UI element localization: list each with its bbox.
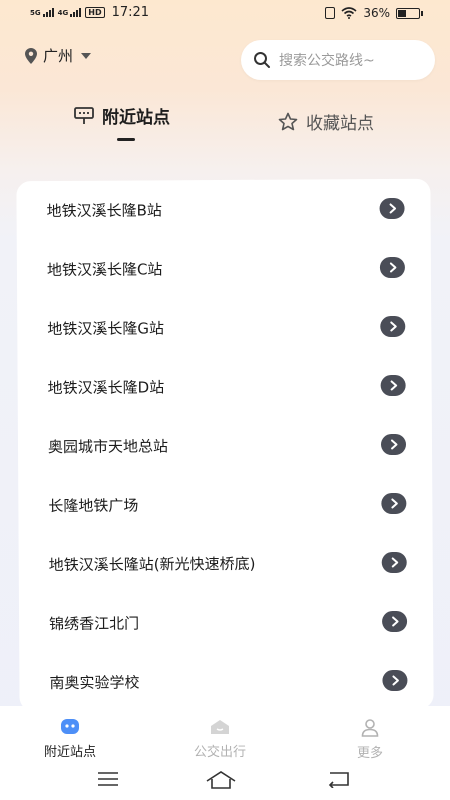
battery-icon bbox=[396, 7, 423, 19]
star-icon bbox=[278, 112, 298, 131]
battery-percent: 36% bbox=[363, 6, 390, 20]
chevron-right-icon bbox=[389, 203, 396, 214]
bus-stop-sign-icon bbox=[74, 106, 94, 124]
system-nav-bar bbox=[0, 764, 450, 800]
chevron-right-icon bbox=[391, 557, 398, 568]
chevron-right-icon bbox=[390, 439, 397, 450]
stop-row[interactable]: 长隆地铁广场 bbox=[18, 474, 432, 536]
hd-badge: HD bbox=[85, 7, 105, 18]
search-input[interactable]: 搜索公交路线~ bbox=[241, 40, 435, 80]
city-name: 广州 bbox=[43, 47, 74, 65]
location-pin-icon bbox=[25, 47, 37, 64]
chevron-right-icon bbox=[391, 616, 399, 627]
nav-nearby-stops[interactable]: 附近站点 bbox=[10, 718, 130, 760]
stop-detail-button[interactable] bbox=[382, 610, 408, 633]
stop-detail-button[interactable] bbox=[380, 374, 406, 397]
bus-travel-icon bbox=[211, 720, 229, 734]
status-bar: 5G 4G HD 17:21 36% bbox=[0, 0, 450, 28]
stop-name: 地铁汉溪长隆D站 bbox=[47, 378, 165, 398]
chevron-right-icon bbox=[390, 380, 397, 391]
stop-detail-button[interactable] bbox=[381, 492, 407, 515]
stop-row[interactable]: 地铁汉溪长隆站(新光快速桥底) bbox=[19, 533, 433, 595]
stop-name: 地铁汉溪长隆G站 bbox=[47, 319, 164, 339]
signal-bars-1-icon bbox=[42, 8, 54, 17]
stop-name: 地铁汉溪长隆B站 bbox=[46, 201, 162, 221]
tab-nearby-stops[interactable]: 附近站点 bbox=[74, 103, 170, 128]
stop-row[interactable]: 地铁汉溪长隆D站 bbox=[17, 356, 431, 418]
stop-name: 南奥实验学校 bbox=[49, 673, 140, 693]
signal-group-2: 4G bbox=[58, 8, 82, 17]
battery-fill bbox=[398, 9, 406, 17]
status-left: 5G 4G HD 17:21 bbox=[30, 5, 149, 20]
stop-list: 地铁汉溪长隆B站 地铁汉溪长隆C站 地铁汉溪长隆G站 地铁汉溪长隆D站 奥园城市天地总站… bbox=[16, 179, 433, 713]
vibrate-icon bbox=[325, 7, 336, 19]
nav-more-label: 更多 bbox=[356, 746, 383, 761]
stop-name: 锦绣香江北门 bbox=[49, 614, 140, 634]
status-time: 17:21 bbox=[111, 5, 150, 20]
stop-row[interactable]: 地铁汉溪长隆B站 bbox=[16, 179, 430, 241]
nav-nearby-label: 附近站点 bbox=[43, 745, 96, 760]
signal-group: 5G bbox=[30, 8, 54, 17]
chevron-right-icon bbox=[391, 675, 399, 686]
stop-name: 地铁汉溪长隆站(新光快速桥底) bbox=[48, 554, 256, 575]
top-tabs: 附近站点 收藏站点 bbox=[0, 103, 450, 143]
stop-detail-button[interactable] bbox=[382, 669, 408, 692]
tab-favorite-label: 收藏站点 bbox=[306, 114, 374, 134]
tab-favorite-stops[interactable]: 收藏站点 bbox=[278, 109, 374, 134]
person-icon bbox=[361, 719, 379, 737]
stop-name: 地铁汉溪长隆C站 bbox=[46, 260, 163, 280]
nav-bus-travel-label: 公交出行 bbox=[193, 745, 246, 760]
chevron-right-icon bbox=[389, 262, 396, 273]
bottom-nav: 附近站点 公交出行 更多 bbox=[0, 706, 450, 764]
home-icon[interactable] bbox=[205, 770, 237, 790]
chevron-right-icon bbox=[390, 498, 398, 509]
app-screen: 5G 4G HD 17:21 36% 广州 搜索公交路线~ 附近站点 收藏站点 … bbox=[0, 0, 450, 800]
stop-detail-button[interactable] bbox=[380, 315, 406, 338]
city-selector[interactable]: 广州 bbox=[25, 45, 92, 66]
stop-name: 奥园城市天地总站 bbox=[47, 437, 169, 457]
chevron-down-icon bbox=[81, 52, 92, 59]
chevron-right-icon bbox=[389, 321, 397, 332]
back-icon[interactable] bbox=[326, 770, 352, 788]
signal-bars-2-icon bbox=[70, 8, 82, 17]
stop-row[interactable]: 锦绣香江北门 bbox=[19, 592, 433, 654]
stop-list-card: 地铁汉溪长隆B站 地铁汉溪长隆C站 地铁汉溪长隆G站 地铁汉溪长隆D站 奥园城市天地总站… bbox=[16, 178, 434, 713]
stop-detail-button[interactable] bbox=[379, 256, 405, 279]
status-right: 36% bbox=[325, 6, 423, 20]
stop-row[interactable]: 南奥实验学校 bbox=[19, 651, 433, 713]
tab-nearby-label: 附近站点 bbox=[102, 108, 170, 128]
stop-name: 长隆地铁广场 bbox=[48, 496, 139, 516]
stop-row[interactable]: 地铁汉溪长隆C站 bbox=[17, 238, 431, 300]
wifi-icon bbox=[341, 7, 357, 19]
stop-detail-button[interactable] bbox=[380, 433, 407, 456]
stop-row[interactable]: 奥园城市天地总站 bbox=[18, 415, 432, 477]
nearby-stops-icon bbox=[61, 719, 79, 734]
stop-detail-button[interactable] bbox=[381, 551, 407, 574]
search-placeholder: 搜索公交路线~ bbox=[279, 53, 375, 69]
nav-bus-travel[interactable]: 公交出行 bbox=[160, 718, 280, 760]
nav-more[interactable]: 更多 bbox=[310, 718, 430, 761]
search-icon bbox=[254, 52, 270, 68]
network-type-2: 4G bbox=[57, 9, 69, 17]
network-type-1: 5G bbox=[30, 9, 41, 17]
stop-row[interactable]: 地铁汉溪长隆G站 bbox=[17, 297, 431, 359]
menu-icon[interactable] bbox=[96, 770, 120, 788]
active-tab-indicator bbox=[117, 138, 135, 141]
stop-detail-button[interactable] bbox=[379, 197, 405, 220]
